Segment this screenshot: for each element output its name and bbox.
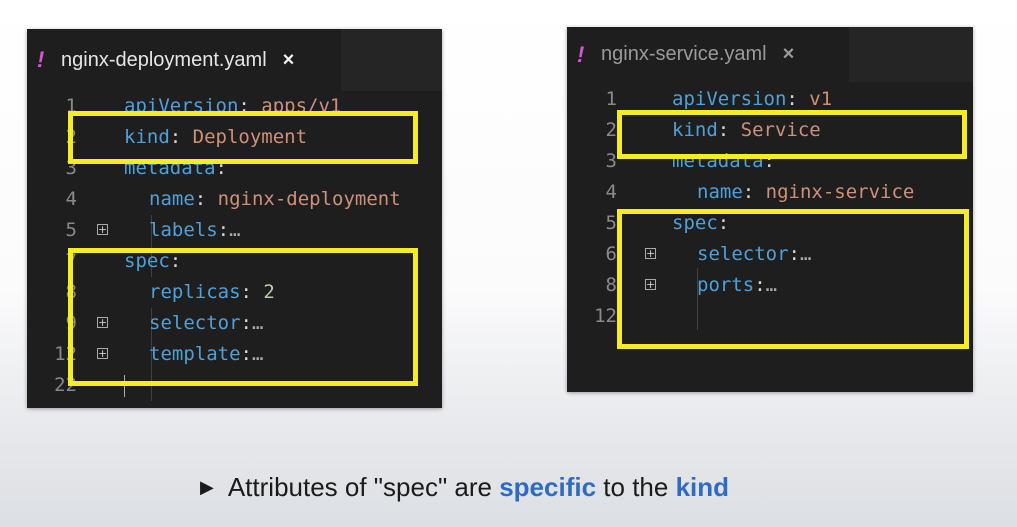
line-number: 8: [605, 274, 617, 296]
yaml-key: name: [697, 181, 743, 203]
highlight-box-kind-service: [617, 110, 967, 159]
tab-title: nginx-deployment.yaml: [61, 48, 267, 71]
highlight-box-spec-deployment: [68, 248, 418, 386]
code-line: 4 name: nginx-deployment: [27, 184, 442, 215]
yaml-value: v1: [809, 88, 833, 110]
line-number: 3: [605, 150, 617, 172]
caption-highlight-specific: specific: [499, 471, 597, 502]
highlight-box-kind-deployment: [68, 111, 418, 164]
editor-tab-bar: ! nginx-deployment.yaml ×: [27, 29, 442, 91]
caption-text: to the: [603, 471, 669, 502]
line-number: 5: [65, 219, 77, 241]
tab-nginx-service[interactable]: ! nginx-service.yaml ×: [567, 27, 849, 82]
line-number: 6: [605, 243, 617, 265]
caption-text: Attributes of "spec" are: [227, 471, 492, 502]
yaml-key: labels: [149, 219, 218, 241]
expand-fold-icon[interactable]: +: [97, 224, 108, 235]
yaml-file-icon: !: [577, 41, 585, 67]
code-line: 5 + labels:…: [27, 215, 442, 246]
line-number: 1: [605, 88, 617, 110]
line-number: 5: [605, 212, 617, 234]
close-icon[interactable]: ×: [783, 43, 795, 66]
caption-highlight-kind: kind: [675, 471, 730, 502]
yaml-value: nginx-deployment: [217, 188, 401, 210]
folded-ellipsis[interactable]: …: [229, 219, 240, 241]
tab-nginx-deployment[interactable]: ! nginx-deployment.yaml ×: [27, 29, 341, 91]
line-number: 2: [605, 119, 617, 141]
close-icon[interactable]: ×: [283, 49, 295, 72]
line-number: 4: [65, 188, 77, 210]
highlight-box-spec-service: [617, 209, 969, 349]
tab-title: nginx-service.yaml: [601, 43, 767, 65]
yaml-key: apiVersion: [672, 88, 787, 110]
yaml-value: nginx-service: [765, 181, 915, 203]
line-number: 4: [605, 181, 617, 203]
slide-caption: ▶ Attributes of "spec" are specific to t…: [200, 470, 729, 504]
yaml-file-icon: !: [37, 47, 45, 72]
play-bullet-icon: ▶: [200, 476, 214, 497]
editor-tab-bar: ! nginx-service.yaml ×: [567, 27, 973, 82]
code-line: 4 name: nginx-service: [567, 177, 973, 208]
yaml-key: name: [149, 188, 195, 210]
line-number: 12: [594, 305, 617, 327]
